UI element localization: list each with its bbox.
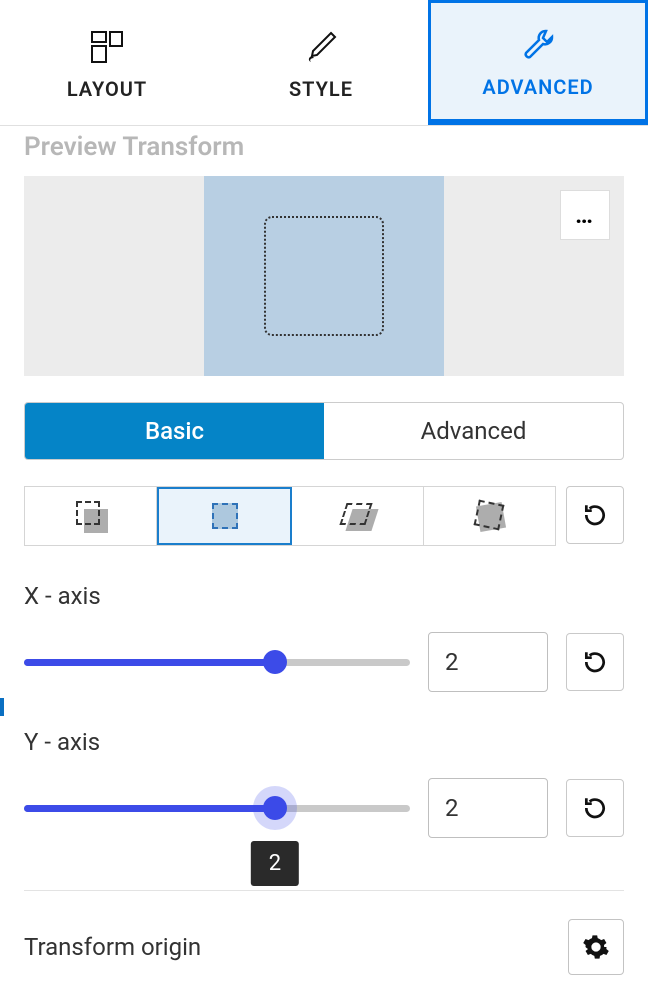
move-icon: [76, 501, 106, 531]
y-axis-slider-tooltip: 2: [251, 841, 299, 886]
transform-option-scale[interactable]: [157, 487, 292, 545]
gear-icon: [582, 933, 610, 961]
transform-option-move[interactable]: [25, 487, 157, 545]
wrench-icon: [520, 27, 556, 63]
brush-icon: [303, 29, 339, 65]
y-axis-slider[interactable]: 2: [24, 805, 410, 812]
x-axis-slider[interactable]: [24, 659, 410, 666]
mode-advanced[interactable]: Advanced: [324, 403, 623, 459]
transform-origin-settings-button[interactable]: [568, 919, 624, 975]
transform-origin-label: Transform origin: [24, 933, 201, 961]
rotate-icon: [474, 500, 506, 532]
transform-type-options: [24, 486, 556, 546]
reset-icon: [582, 795, 608, 821]
y-axis-reset-button[interactable]: [566, 779, 624, 837]
tab-label-advanced: ADVANCED: [482, 75, 593, 99]
y-axis-value-input[interactable]: [428, 778, 548, 838]
skew-icon: [343, 503, 373, 529]
scale-icon: [212, 503, 238, 529]
x-axis-label: X - axis: [24, 582, 624, 610]
settings-tabs: LAYOUT STYLE ADVANCED: [0, 0, 648, 126]
x-axis-value-input[interactable]: [428, 632, 548, 692]
tab-style[interactable]: STYLE: [214, 0, 428, 125]
preview-transform-title: Preview Transform: [24, 132, 624, 162]
y-axis-slider-knob[interactable]: [263, 796, 287, 820]
x-axis-slider-knob[interactable]: [263, 650, 287, 674]
tab-label-layout: LAYOUT: [67, 77, 147, 101]
preview-dashed-box: [264, 216, 384, 336]
x-axis-reset-button[interactable]: [566, 633, 624, 691]
transform-mode-switch: Basic Advanced: [24, 402, 624, 460]
tab-advanced[interactable]: ADVANCED: [428, 0, 648, 125]
preview-more-button[interactable]: …: [560, 190, 610, 240]
transform-preview-canvas: …: [24, 176, 624, 376]
reset-icon: [582, 649, 608, 675]
y-axis-label: Y - axis: [24, 728, 624, 756]
transform-option-skew[interactable]: [292, 487, 424, 545]
mode-basic[interactable]: Basic: [25, 403, 324, 459]
preview-inner: [204, 176, 444, 376]
transform-type-reset-button[interactable]: [566, 486, 624, 544]
tab-layout[interactable]: LAYOUT: [0, 0, 214, 125]
tab-label-style: STYLE: [289, 77, 353, 101]
layout-icon: [89, 29, 125, 65]
transform-option-rotate[interactable]: [424, 487, 555, 545]
reset-icon: [582, 502, 608, 528]
